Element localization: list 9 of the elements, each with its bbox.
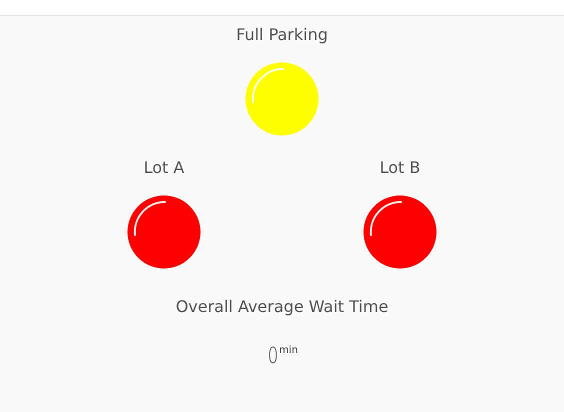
status-light-icon [364, 196, 436, 268]
wait-time-unit: min [279, 346, 298, 356]
light-label: Lot A [144, 158, 184, 178]
light-label: Lot B [380, 158, 420, 178]
wait-time-title: Overall Average Wait Time [176, 297, 388, 316]
status-light-icon [246, 62, 318, 136]
wait-time-value: 0 [268, 346, 278, 368]
status-light-icon [128, 196, 200, 268]
light-label: Full Parking [236, 25, 328, 45]
